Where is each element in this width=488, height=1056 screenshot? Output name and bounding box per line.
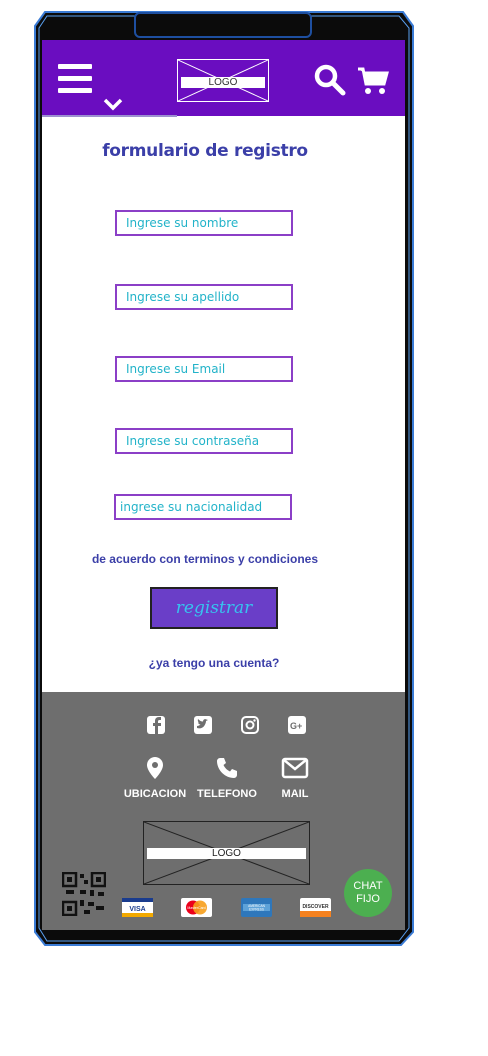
mail-icon (281, 757, 309, 779)
mastercard-icon: MasterCard (181, 898, 212, 917)
facebook-icon[interactable] (146, 715, 166, 735)
header-logo-text: LOGO (181, 77, 265, 88)
name-input[interactable] (117, 212, 291, 234)
form-title: formulario de registro (102, 141, 308, 161)
svg-text:DISCOVER: DISCOVER (302, 904, 329, 910)
phone-frame: LOGO formulario de registro de acuer (33, 10, 415, 947)
name-field[interactable] (115, 210, 293, 236)
email-field[interactable] (115, 356, 293, 382)
svg-text:G+: G+ (290, 721, 302, 731)
contact-mail-label: MAIL (281, 788, 309, 800)
contact-phone[interactable]: TELEFONO (192, 756, 262, 800)
footer-logo-text: LOGO (147, 848, 306, 859)
email-input[interactable] (117, 358, 291, 380)
phone-icon (217, 758, 237, 778)
lastname-input[interactable] (117, 286, 291, 308)
chevron-down-icon[interactable] (103, 96, 123, 117)
visa-card-icon: VISA (122, 898, 153, 917)
chat-label-line2: FIJO (356, 893, 380, 905)
instagram-icon[interactable] (240, 715, 260, 735)
hamburger-icon[interactable] (58, 64, 92, 93)
svg-text:EXPRESS: EXPRESS (249, 908, 264, 912)
screen: LOGO formulario de registro de acuer (42, 40, 405, 930)
search-icon[interactable] (314, 64, 346, 101)
svg-text:VISA: VISA (129, 906, 145, 913)
cart-icon[interactable] (357, 66, 389, 101)
contact-location-label: UBICACION (123, 788, 187, 800)
nationality-field[interactable] (114, 494, 292, 520)
svg-text:MasterCard: MasterCard (187, 906, 205, 910)
chat-label-line1: CHAT (353, 880, 383, 892)
header-logo[interactable]: LOGO (177, 59, 269, 102)
nationality-input[interactable] (116, 496, 290, 518)
contact-mail[interactable]: MAIL (260, 756, 330, 800)
phone-notch (134, 12, 312, 38)
twitter-icon[interactable] (193, 715, 213, 735)
app-header: LOGO (42, 40, 405, 116)
footer-logo[interactable]: LOGO (143, 821, 310, 885)
existing-account-link[interactable]: ¿ya tengo una cuenta? (42, 656, 386, 670)
register-button[interactable]: registrar (150, 587, 278, 629)
location-pin-icon (147, 757, 163, 779)
amex-card-icon: AMERICAN EXPRESS (241, 898, 272, 917)
password-field[interactable] (115, 428, 293, 454)
terms-link[interactable]: de acuerdo con terminos y condiciones (42, 552, 368, 566)
contact-phone-label: TELEFONO (197, 788, 257, 800)
chat-button[interactable]: CHAT FIJO (344, 869, 392, 917)
password-input[interactable] (117, 430, 291, 452)
discover-card-icon: DISCOVER (300, 898, 331, 917)
lastname-field[interactable] (115, 284, 293, 310)
app-footer: G+ UBICACION TELEFONO MAIL LOGO VISA Mas… (42, 692, 405, 930)
google-plus-icon[interactable]: G+ (287, 715, 307, 735)
qr-code-icon[interactable] (61, 871, 107, 921)
contact-location[interactable]: UBICACION (120, 756, 190, 800)
header-underline (42, 115, 177, 117)
